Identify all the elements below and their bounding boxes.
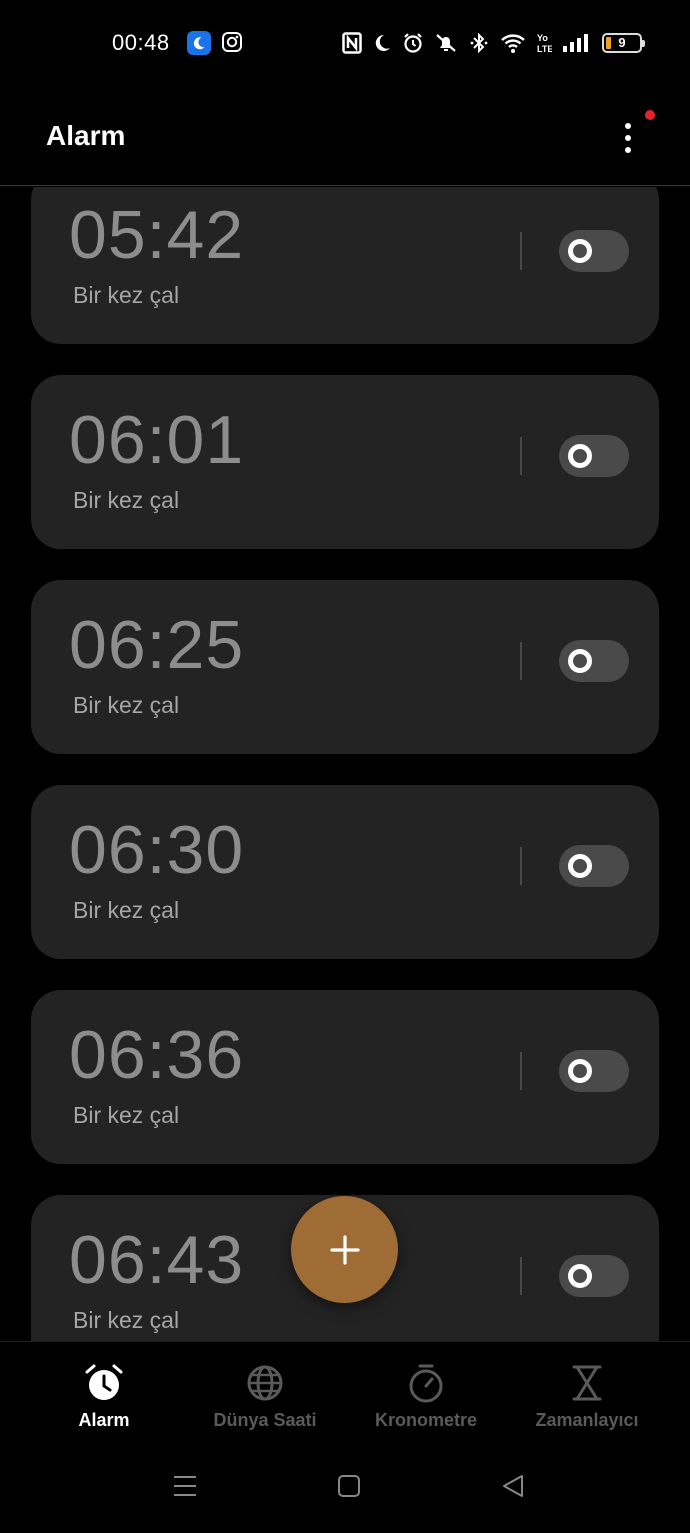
more-options-button[interactable] (612, 118, 646, 158)
alarm-toggle[interactable] (559, 640, 629, 682)
alarm-repeat: Bir kez çal (73, 692, 180, 718)
moon-app-icon (187, 31, 211, 55)
alarm-card[interactable]: 06:25 Bir kez çal (31, 580, 659, 754)
alarm-repeat: Bir kez çal (73, 282, 180, 308)
hourglass-icon (572, 1365, 602, 1401)
tab-world-clock[interactable]: Dünya Saati (179, 1342, 351, 1442)
alarm-list[interactable]: 05:42 Bir kez çal 06:01 Bir kez çal 06:2… (0, 187, 690, 1341)
system-navigation-bar (0, 1441, 690, 1533)
mute-icon (436, 34, 456, 52)
alarm-repeat: Bir kez çal (73, 897, 180, 923)
divider (520, 232, 522, 270)
alarm-time: 06:01 (69, 402, 245, 478)
alarm-card[interactable]: 06:01 Bir kez çal (31, 375, 659, 549)
alarm-repeat: Bir kez çal (73, 1102, 180, 1128)
alarm-time: 06:43 (69, 1222, 245, 1298)
tab-alarm[interactable]: Alarm (18, 1342, 190, 1442)
alarm-card[interactable]: 06:36 Bir kez çal (31, 990, 659, 1164)
alarm-card[interactable]: 06:30 Bir kez çal (31, 785, 659, 959)
signal-icon (563, 34, 588, 52)
alarm-time: 06:25 (69, 607, 245, 683)
tab-stopwatch[interactable]: Kronometre (340, 1342, 512, 1442)
battery-level: 9 (618, 35, 626, 50)
alarm-time: 05:42 (69, 197, 245, 273)
divider (520, 437, 522, 475)
menu-icon[interactable] (172, 1473, 198, 1499)
svg-text:Yo: Yo (537, 33, 548, 43)
add-alarm-button[interactable] (291, 1196, 398, 1303)
alarm-card[interactable]: 05:42 Bir kez çal (31, 187, 659, 344)
home-icon[interactable] (336, 1473, 362, 1499)
tab-label: Dünya Saati (213, 1410, 317, 1430)
bluetooth-icon (470, 32, 488, 54)
divider (520, 642, 522, 680)
alarm-toggle[interactable] (559, 435, 629, 477)
alarm-repeat: Bir kez çal (73, 1307, 180, 1333)
notification-dot (645, 110, 655, 120)
bottom-navigation: Alarm Dünya Saati Kronometre Zamanlayıcı (0, 1341, 690, 1441)
alarm-toggle[interactable] (559, 845, 629, 887)
tab-label: Zamanlayıcı (535, 1410, 639, 1430)
alarm-toggle[interactable] (559, 1255, 629, 1297)
alarm-toggle[interactable] (559, 1050, 629, 1092)
tab-timer[interactable]: Zamanlayıcı (501, 1342, 673, 1442)
status-bar: 00:48 Yo LTE 9 (0, 0, 690, 88)
alarm-toggle[interactable] (559, 230, 629, 272)
nfc-icon (342, 32, 362, 54)
alarm-time: 06:30 (69, 812, 245, 888)
alarm-repeat: Bir kez çal (73, 487, 180, 513)
alarm-clock-icon (85, 1364, 123, 1400)
battery-icon: 9 (602, 33, 645, 53)
instagram-icon (221, 31, 243, 53)
tab-label: Alarm (78, 1410, 130, 1430)
status-time: 00:48 (112, 30, 170, 55)
stopwatch-icon (409, 1364, 443, 1403)
wifi-icon (501, 34, 525, 53)
back-icon[interactable] (500, 1473, 526, 1499)
app-header: Alarm (0, 88, 690, 186)
volte-icon: YoLTE (537, 33, 552, 54)
svg-text:LTE: LTE (537, 44, 552, 54)
plus-icon (329, 1234, 360, 1265)
divider (520, 1257, 522, 1295)
alarm-icon (404, 33, 422, 53)
page-title: Alarm (46, 120, 126, 151)
divider (520, 847, 522, 885)
tab-label: Kronometre (374, 1410, 477, 1430)
globe-icon (247, 1365, 283, 1401)
moon-icon (375, 34, 390, 51)
divider (520, 1052, 522, 1090)
alarm-time: 06:36 (69, 1017, 245, 1093)
